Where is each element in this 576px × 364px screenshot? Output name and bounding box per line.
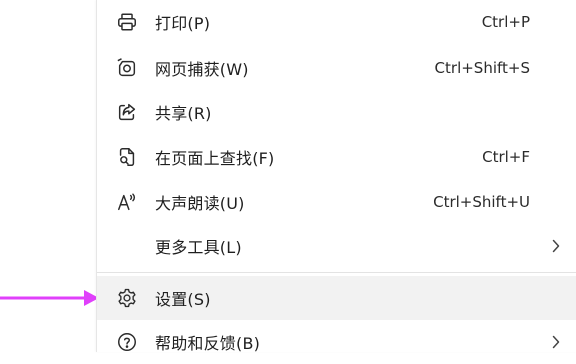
menu-item-label: 设置(S) bbox=[155, 290, 211, 309]
menu-item-help-feedback[interactable]: 帮助和反馈(B) bbox=[97, 320, 576, 364]
menu-item-label: 打印(P) bbox=[155, 14, 211, 33]
share-icon bbox=[115, 100, 139, 124]
browser-settings-menu: 打印(P) Ctrl+P 网页捕获(W) Ctrl+Shift+S 共享(R) bbox=[96, 0, 576, 353]
menu-item-print[interactable]: 打印(P) Ctrl+P bbox=[97, 0, 576, 44]
annotation-arrow bbox=[0, 287, 100, 309]
chevron-right-icon bbox=[547, 333, 565, 351]
help-icon bbox=[115, 330, 139, 354]
gear-icon bbox=[115, 286, 139, 310]
menu-item-more-tools[interactable]: 更多工具(L) bbox=[97, 224, 576, 268]
web-capture-icon bbox=[115, 56, 139, 80]
menu-item-find-on-page[interactable]: 在页面上查找(F) Ctrl+F bbox=[97, 135, 576, 179]
find-on-page-icon bbox=[115, 145, 139, 169]
menu-item-label: 帮助和反馈(B) bbox=[155, 334, 261, 353]
menu-item-label: 在页面上查找(F) bbox=[155, 149, 275, 168]
menu-item-shortcut: Ctrl+Shift+S bbox=[434, 59, 530, 77]
menu-item-read-aloud[interactable]: 大声朗读(U) Ctrl+Shift+U bbox=[97, 180, 576, 224]
menu-item-label: 更多工具(L) bbox=[155, 238, 242, 257]
menu-item-shortcut: Ctrl+Shift+U bbox=[433, 193, 530, 211]
menu-divider bbox=[97, 272, 576, 273]
print-icon bbox=[115, 10, 139, 34]
menu-item-web-capture[interactable]: 网页捕获(W) Ctrl+Shift+S bbox=[97, 46, 576, 90]
menu-item-label: 网页捕获(W) bbox=[155, 60, 249, 79]
chevron-right-icon bbox=[547, 237, 565, 255]
menu-item-label: 共享(R) bbox=[155, 104, 212, 123]
read-aloud-icon bbox=[115, 190, 139, 214]
menu-item-shortcut: Ctrl+F bbox=[482, 148, 530, 166]
menu-item-share[interactable]: 共享(R) bbox=[97, 90, 576, 134]
menu-item-label: 大声朗读(U) bbox=[155, 194, 245, 213]
menu-item-shortcut: Ctrl+P bbox=[481, 13, 530, 31]
menu-item-settings[interactable]: 设置(S) bbox=[97, 276, 576, 320]
